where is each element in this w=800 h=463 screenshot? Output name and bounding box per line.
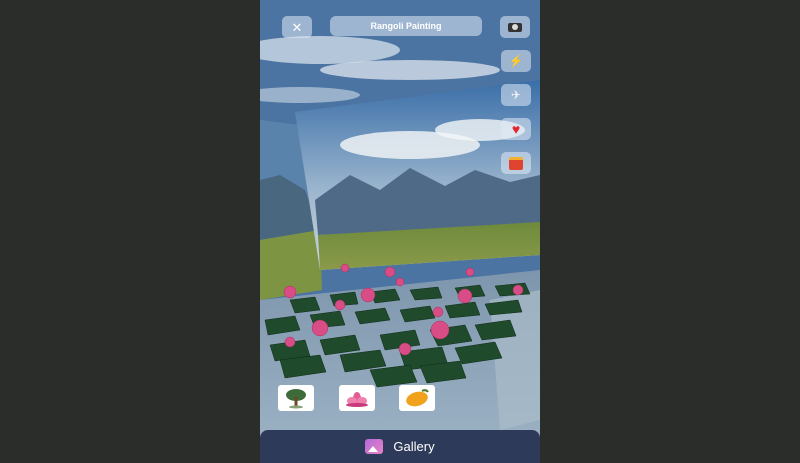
mango-icon bbox=[406, 389, 429, 407]
lotus-icon bbox=[346, 392, 368, 407]
camera-button[interactable] bbox=[500, 16, 530, 38]
ar-camera-view: ✕ Rangoli Painting ⚡ ✈ ♥ Gallery bbox=[260, 0, 540, 463]
heart-icon: ♥ bbox=[511, 121, 521, 137]
mango-item-button[interactable] bbox=[399, 385, 435, 411]
tree-icon bbox=[286, 389, 306, 409]
gallery-icon bbox=[365, 439, 384, 454]
gallery-button[interactable]: Gallery bbox=[260, 430, 540, 463]
close-icon: ✕ bbox=[291, 19, 303, 35]
gift-button[interactable] bbox=[501, 152, 531, 174]
page-title: Rangoli Painting bbox=[330, 16, 482, 36]
tree-item-button[interactable] bbox=[278, 385, 314, 411]
airplane-icon: ✈ bbox=[510, 88, 522, 102]
flash-button[interactable]: ⚡ bbox=[501, 50, 531, 72]
lotus-item-button[interactable] bbox=[339, 385, 375, 411]
flash-icon: ⚡ bbox=[508, 54, 524, 68]
page-title-text: Rangoli Painting bbox=[370, 21, 442, 31]
gallery-label: Gallery bbox=[393, 439, 435, 454]
close-button[interactable]: ✕ bbox=[282, 16, 312, 38]
camera-icon bbox=[508, 22, 522, 32]
heart-button[interactable]: ♥ bbox=[501, 118, 531, 140]
airplane-button[interactable]: ✈ bbox=[501, 84, 531, 106]
gift-icon bbox=[509, 156, 523, 170]
